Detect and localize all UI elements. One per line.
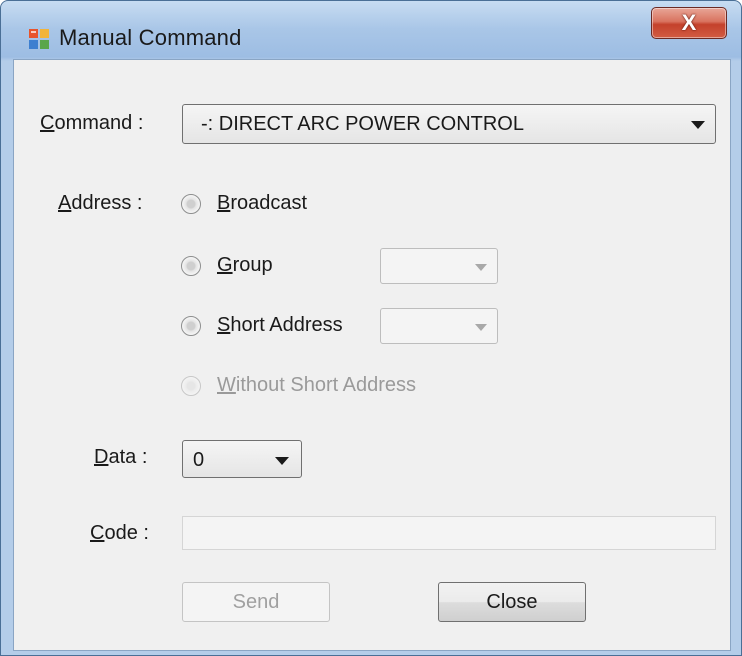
code-field[interactable] — [182, 516, 716, 550]
chevron-down-icon — [691, 121, 705, 129]
dialog-client-area: Command : -: DIRECT ARC POWER CONTROL Ad… — [13, 59, 731, 651]
data-label: Data : — [94, 446, 148, 468]
short-address-dropdown[interactable] — [380, 308, 498, 344]
without-short-address-radio-label[interactable]: Without Short Address — [217, 374, 416, 397]
close-button[interactable]: Close — [438, 582, 586, 622]
data-dropdown[interactable]: 0 — [182, 440, 302, 478]
group-radio[interactable] — [181, 256, 201, 276]
group-dropdown[interactable] — [380, 248, 498, 284]
short-address-radio-label[interactable]: Short Address — [217, 314, 343, 337]
broadcast-radio-label[interactable]: Broadcast — [217, 192, 307, 215]
send-button[interactable]: Send — [182, 582, 330, 622]
chevron-down-icon — [475, 264, 487, 271]
data-selected-value: 0 — [193, 449, 205, 471]
command-dropdown[interactable]: -: DIRECT ARC POWER CONTROL — [182, 104, 716, 144]
close-icon: X — [681, 10, 697, 35]
window-title: Manual Command — [59, 25, 242, 50]
address-label: Address : — [58, 192, 143, 214]
command-label: Command : — [40, 112, 144, 134]
close-window-button[interactable]: X — [651, 7, 727, 39]
short-address-radio[interactable] — [181, 316, 201, 336]
app-window-icon — [29, 29, 49, 49]
command-selected-value: -: DIRECT ARC POWER CONTROL — [201, 113, 524, 135]
chevron-down-icon — [275, 457, 289, 465]
code-label: Code : — [90, 522, 149, 544]
group-radio-label[interactable]: Group — [217, 254, 273, 277]
title-bar[interactable]: Manual Command X — [1, 1, 741, 59]
chevron-down-icon — [475, 324, 487, 331]
broadcast-radio[interactable] — [181, 194, 201, 214]
without-short-address-radio[interactable] — [181, 376, 201, 396]
manual-command-window: Manual Command X Command : -: DIRECT ARC… — [0, 0, 742, 656]
